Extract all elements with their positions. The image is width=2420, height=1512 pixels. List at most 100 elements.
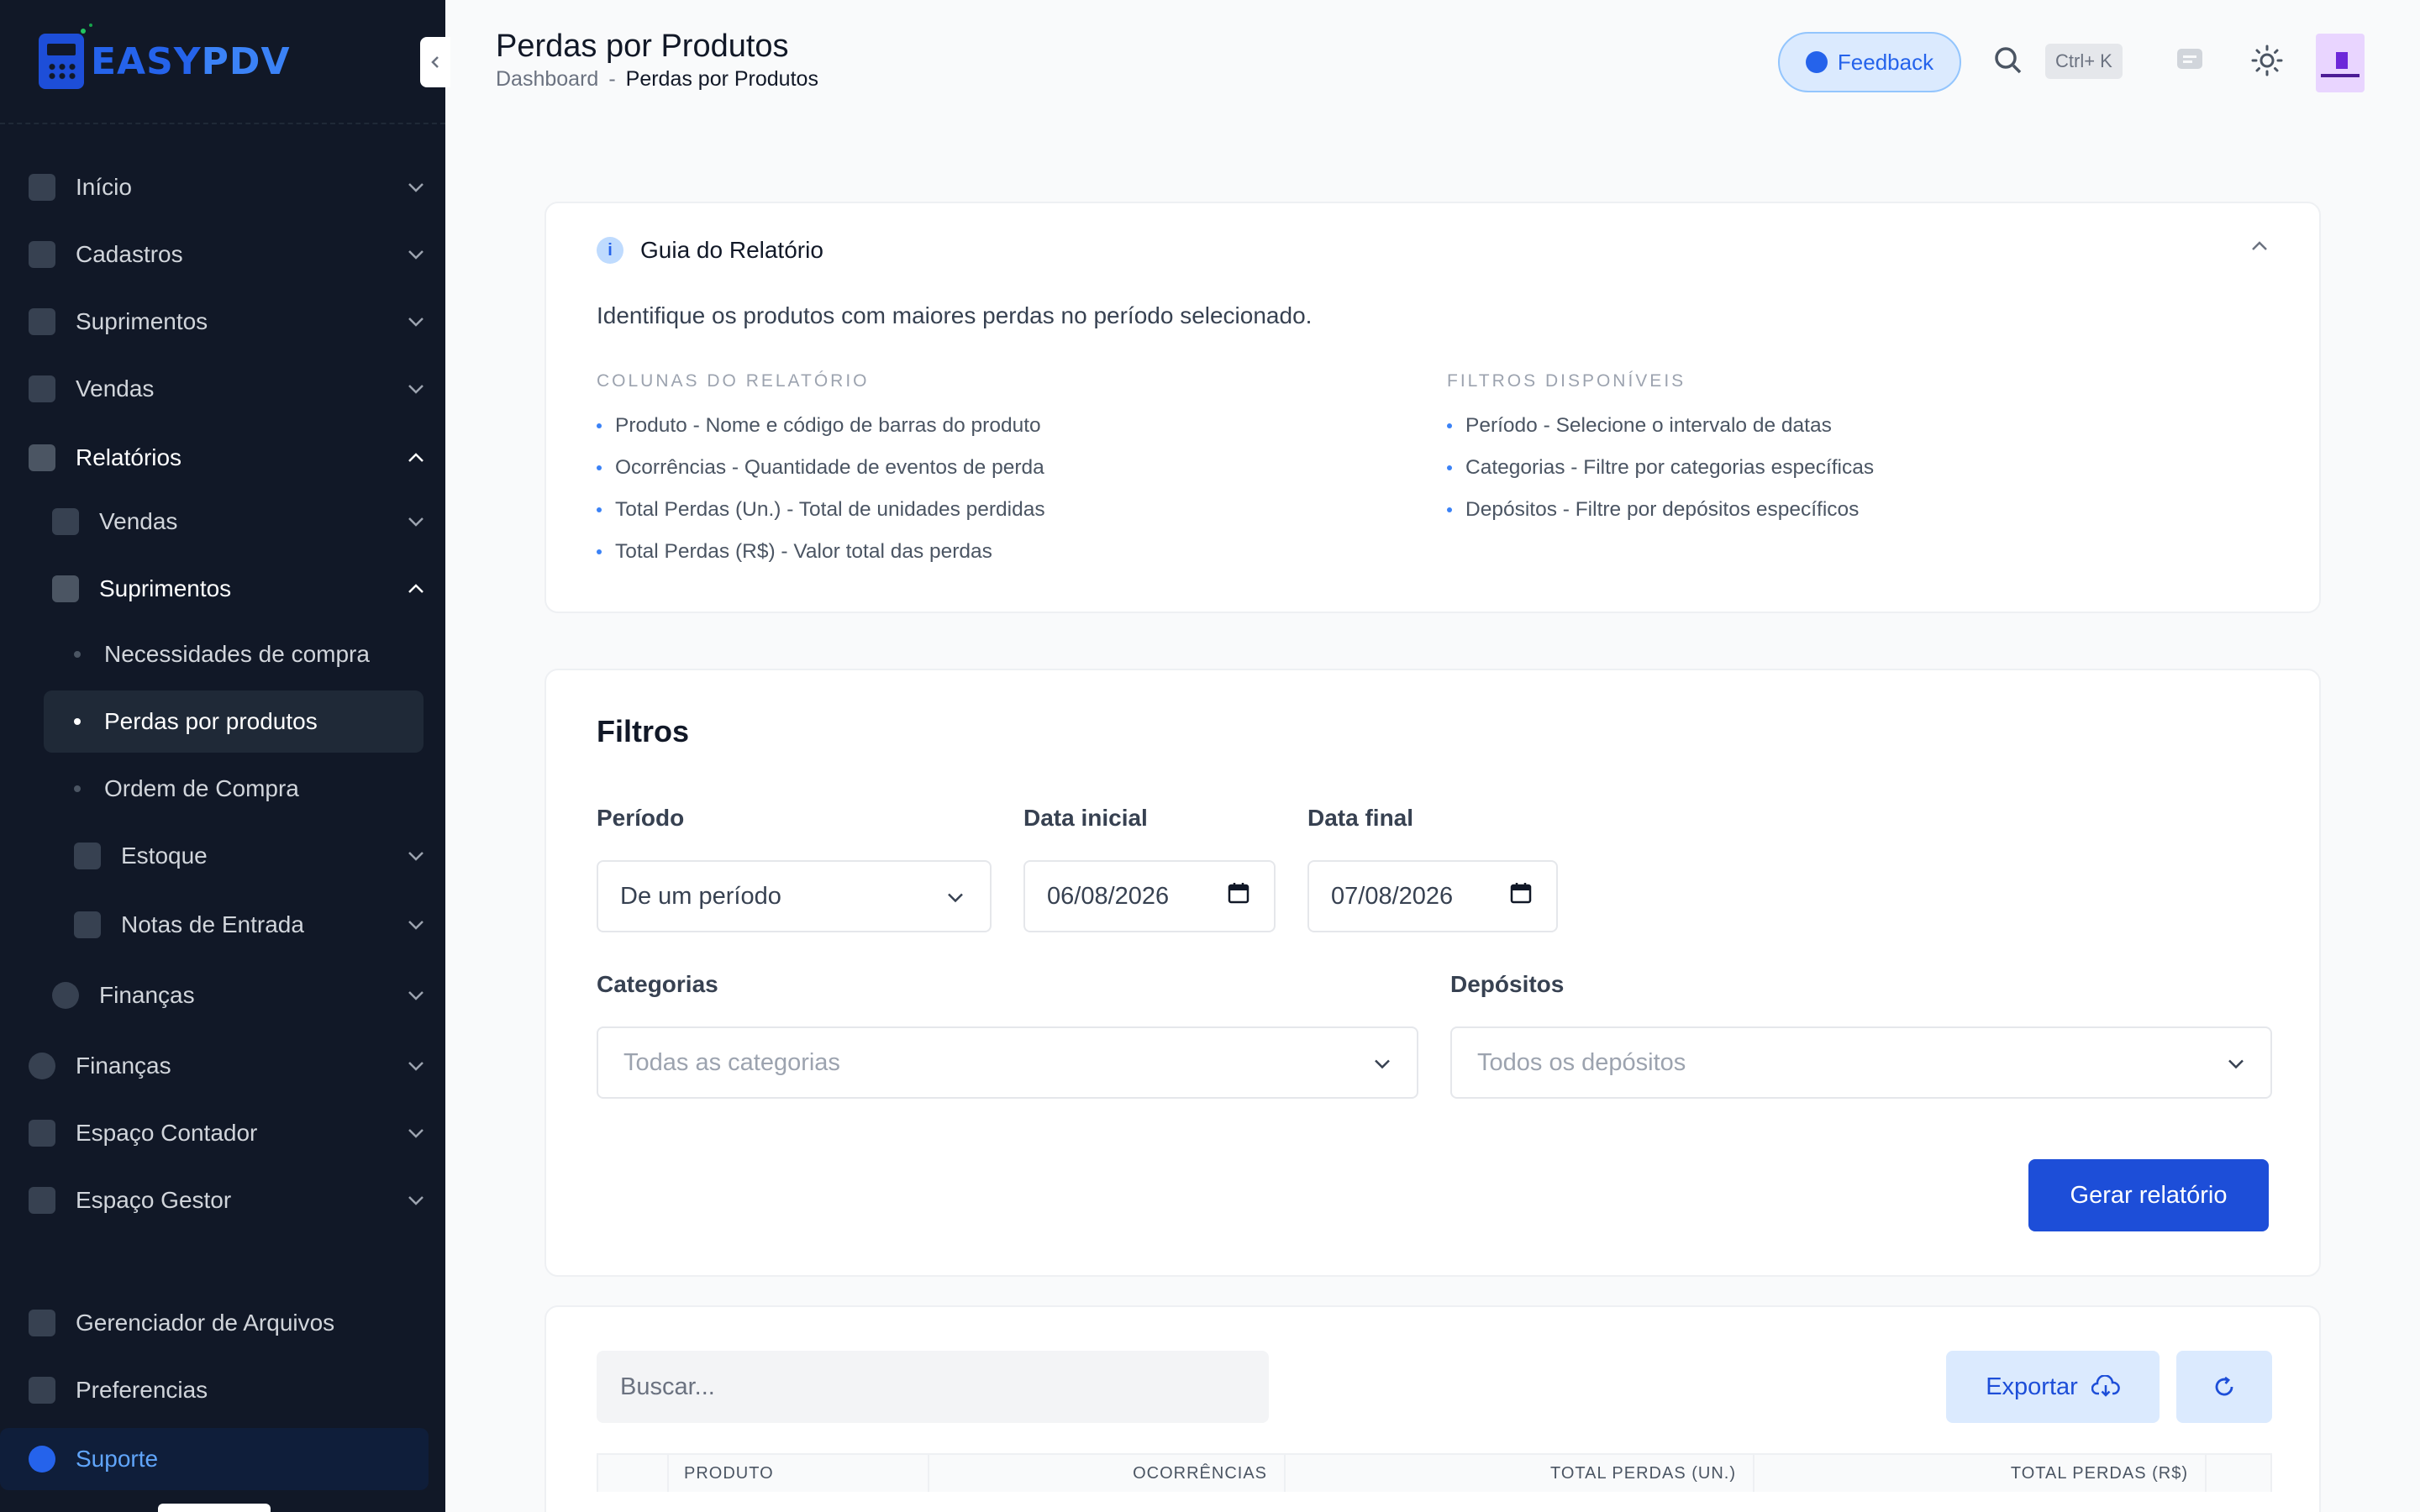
chevron-up-icon[interactable] bbox=[2250, 240, 2269, 256]
end-date-input[interactable]: 07/08/2026 bbox=[1307, 860, 1558, 932]
chevron-up-icon bbox=[407, 452, 425, 464]
sidebar-item-label: Ordem de Compra bbox=[104, 775, 299, 801]
sun-icon[interactable] bbox=[2250, 44, 2284, 81]
report-guide-card: i Guia do Relatório Identifique os produ… bbox=[544, 202, 2321, 613]
sidebar-item-label: Cadastros bbox=[76, 241, 183, 267]
deposits-select[interactable]: Todos os depósitos bbox=[1450, 1026, 2272, 1099]
chevron-down-icon bbox=[407, 1127, 425, 1139]
sidebar-item-cadastros[interactable]: Cadastros bbox=[25, 223, 425, 286]
sidebar-item-label: Espaço Contador bbox=[76, 1120, 258, 1146]
column-header-total-un[interactable]: TOTAL PERDAS (UN.) bbox=[1284, 1455, 1753, 1492]
sidebar-item-espaco-contador[interactable]: Espaço Contador bbox=[25, 1102, 425, 1164]
chevron-down-icon bbox=[946, 883, 965, 911]
search-shortcut-badge: Ctrl+ K bbox=[2045, 44, 2123, 79]
box-icon bbox=[52, 575, 79, 602]
message-icon[interactable] bbox=[2175, 45, 2205, 80]
search-input[interactable]: Buscar... bbox=[597, 1351, 1269, 1423]
bullet-icon bbox=[74, 785, 81, 792]
generate-report-button[interactable]: Gerar relatório bbox=[2028, 1159, 2269, 1231]
categories-select[interactable]: Todas as categorias bbox=[597, 1026, 1418, 1099]
sidebar-item-ordem-compra[interactable]: Ordem de Compra bbox=[44, 758, 424, 820]
list-item: Total Perdas (Un.) - Total de unidades p… bbox=[597, 489, 1045, 531]
sidebar-item-label: Vendas bbox=[99, 508, 178, 534]
sidebar: EASYPDV Início Cadastros Suprimentos Ven… bbox=[0, 0, 445, 1512]
export-label: Exportar bbox=[1986, 1373, 2078, 1400]
chevron-down-icon bbox=[407, 1060, 425, 1072]
actions-column-header bbox=[2205, 1455, 2274, 1492]
sidebar-item-relatorios-suprimentos[interactable]: Suprimentos bbox=[49, 558, 425, 620]
bullet-icon bbox=[74, 651, 81, 658]
sidebar-item-relatorios-vendas[interactable]: Vendas bbox=[49, 491, 425, 553]
dollar-icon bbox=[29, 1053, 55, 1079]
table-header: PRODUTO OCORRÊNCIAS TOTAL PERDAS (UN.) T… bbox=[597, 1453, 2272, 1492]
column-header-total-rs[interactable]: TOTAL PERDAS (R$) bbox=[1753, 1455, 2205, 1492]
sidebar-item-label: Espaço Gestor bbox=[76, 1187, 232, 1213]
guide-title: Guia do Relatório bbox=[640, 237, 823, 263]
brand-logo[interactable]: EASYPDV bbox=[0, 0, 445, 124]
columns-list: Produto - Nome e código de barras do pro… bbox=[597, 405, 1045, 573]
sidebar-item-label: Finanças bbox=[76, 1053, 171, 1079]
period-select[interactable]: De um período bbox=[597, 860, 992, 932]
avatar[interactable] bbox=[2316, 34, 2365, 92]
feedback-label: Feedback bbox=[1837, 49, 1934, 75]
sidebar-item-perdas-produtos[interactable]: Perdas por produtos bbox=[44, 690, 424, 753]
sidebar-item-financas[interactable]: Finanças bbox=[25, 1035, 425, 1097]
help-circle-icon bbox=[29, 1446, 55, 1473]
sidebar-item-necessidades-compra[interactable]: Necessidades de compra bbox=[44, 623, 424, 685]
chevron-left-icon bbox=[431, 56, 439, 68]
sidebar-collapse-button[interactable] bbox=[420, 37, 450, 87]
chevron-down-icon bbox=[407, 1194, 425, 1206]
sidebar-item-label: Necessidades de compra bbox=[104, 641, 370, 667]
filters-heading: FILTROS DISPONÍVEIS bbox=[1447, 371, 1686, 391]
period-label: Período bbox=[597, 805, 685, 831]
chevron-down-icon bbox=[407, 516, 425, 528]
sidebar-item-label: Vendas bbox=[76, 375, 155, 402]
dollar-icon bbox=[52, 982, 79, 1009]
column-header-produto[interactable]: PRODUTO bbox=[667, 1455, 928, 1492]
info-icon: i bbox=[597, 237, 623, 264]
id-card-icon bbox=[29, 241, 55, 268]
sidebar-item-label: Gerenciador de Arquivos bbox=[76, 1310, 335, 1336]
sidebar-item-notas-entrada[interactable]: Notas de Entrada bbox=[44, 894, 425, 956]
sidebar-item-file-manager[interactable]: Gerenciador de Arquivos bbox=[25, 1292, 425, 1354]
breadcrumb-separator: - bbox=[608, 67, 616, 91]
filters-title: Filtros bbox=[597, 714, 690, 748]
refresh-button[interactable] bbox=[2176, 1351, 2272, 1423]
search-icon[interactable] bbox=[1993, 45, 2023, 80]
list-item: Produto - Nome e código de barras do pro… bbox=[597, 405, 1045, 447]
guide-header[interactable]: i Guia do Relatório bbox=[597, 237, 823, 264]
breadcrumb: Dashboard - Perdas por Produtos bbox=[496, 67, 818, 92]
sidebar-item-label: Estoque bbox=[121, 843, 208, 869]
sidebar-item-label: Suprimentos bbox=[99, 575, 232, 601]
calendar-icon[interactable] bbox=[1227, 881, 1250, 911]
chevron-down-icon bbox=[407, 990, 425, 1001]
sidebar-item-inicio[interactable]: Início bbox=[25, 156, 425, 218]
breadcrumb-current: Perdas por Produtos bbox=[625, 67, 818, 91]
sidebar-item-label: Suporte bbox=[76, 1446, 159, 1472]
deposits-label: Depósitos bbox=[1450, 971, 1565, 997]
sidebar-item-espaco-gestor[interactable]: Espaço Gestor bbox=[25, 1169, 425, 1231]
filters-list: Período - Selecione o intervalo de datas… bbox=[1447, 405, 1874, 531]
chevron-down-icon bbox=[407, 181, 425, 193]
calendar-icon[interactable] bbox=[1509, 881, 1533, 911]
sidebar-item-preferences[interactable]: Preferencias bbox=[25, 1359, 425, 1421]
sidebar-item-estoque[interactable]: Estoque bbox=[44, 825, 425, 887]
breadcrumb-home-link[interactable]: Dashboard bbox=[496, 67, 598, 92]
period-value: De um período bbox=[620, 882, 781, 910]
sidebar-item-support[interactable]: Suporte bbox=[0, 1428, 429, 1490]
chevron-down-icon bbox=[407, 919, 425, 931]
feedback-button[interactable]: Feedback bbox=[1778, 32, 1961, 92]
sidebar-item-label: Preferencias bbox=[76, 1377, 208, 1403]
sidebar-item-label: Relatórios bbox=[76, 444, 182, 470]
start-date-input[interactable]: 06/08/2026 bbox=[1023, 860, 1276, 932]
sidebar-item-relatorios-financas[interactable]: Finanças bbox=[49, 964, 425, 1026]
end-date-value: 07/08/2026 bbox=[1331, 882, 1454, 910]
column-header-ocorrencias[interactable]: OCORRÊNCIAS bbox=[928, 1455, 1284, 1492]
register-icon bbox=[52, 508, 79, 535]
sidebar-item-relatorios[interactable]: Relatórios bbox=[25, 427, 425, 489]
sidebar-item-label: Perdas por produtos bbox=[104, 708, 318, 734]
categories-label: Categorias bbox=[597, 971, 718, 997]
sidebar-item-vendas[interactable]: Vendas bbox=[25, 358, 425, 420]
sidebar-item-suprimentos[interactable]: Suprimentos bbox=[25, 291, 425, 353]
export-button[interactable]: Exportar bbox=[1946, 1351, 2160, 1423]
